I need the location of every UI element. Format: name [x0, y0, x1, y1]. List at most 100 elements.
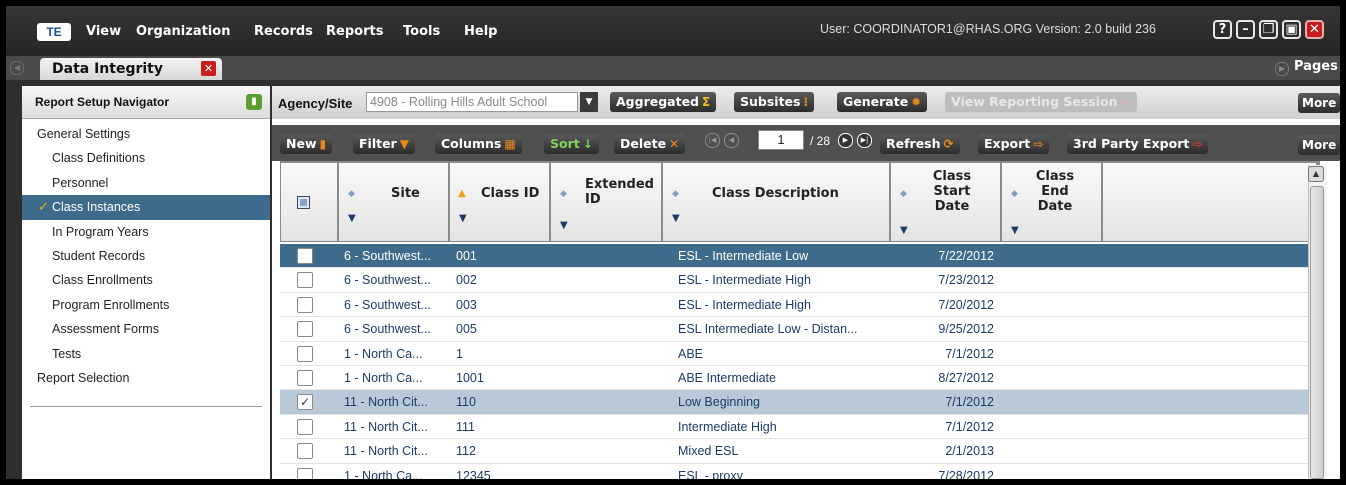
help-button[interactable]: ?: [1213, 20, 1232, 39]
table-row[interactable]: 1 - North Ca... 1001 ABE Intermediate 8/27/…: [280, 366, 1320, 391]
table-row[interactable]: 6 - Southwest... 001 ESL - Intermediate Lo…: [280, 244, 1320, 269]
cell-site: 6 - Southwest...: [344, 297, 431, 312]
table-row[interactable]: 11 - North Cit... 111 Intermediate High 7/1…: [280, 415, 1320, 440]
tab-strip: ◀ Data Integrity ✕: [6, 56, 1340, 80]
select-all-checkbox[interactable]: [297, 196, 310, 209]
header-site[interactable]: ◆ Site ▼: [339, 163, 448, 241]
nav-item-report-selection[interactable]: Report Selection: [22, 366, 270, 390]
row-checkbox[interactable]: [297, 443, 313, 460]
maximize-button[interactable]: ▣: [1282, 20, 1301, 39]
sort-diamond-icon: ◆: [560, 189, 567, 199]
row-checkbox[interactable]: [297, 296, 313, 313]
row-checkbox[interactable]: ✓: [297, 394, 313, 411]
row-checkbox[interactable]: [297, 370, 313, 386]
tab-data-integrity[interactable]: Data Integrity ✕: [40, 58, 222, 80]
row-checkbox[interactable]: [297, 272, 313, 289]
nav-item-class-enrollments[interactable]: Class Enrollments: [22, 268, 270, 292]
grid-toolbar: New ▮ Filter ▼ Columns ▦ Sort ↓ Delete ✕ |◀ ◀…: [272, 125, 1340, 161]
column-filter-icon[interactable]: ▼: [900, 225, 908, 236]
column-filter-icon[interactable]: ▼: [1011, 225, 1019, 236]
header-select-all[interactable]: [281, 163, 337, 241]
table-row[interactable]: ✓ 11 - North Cit... 110 Low Beginning 7/1/20…: [280, 390, 1320, 415]
nav-item-class-definitions[interactable]: Class Definitions: [22, 146, 270, 170]
cell-site: 6 - Southwest...: [344, 322, 431, 337]
tab-scroll-left-icon[interactable]: ◀: [10, 61, 24, 75]
nav-item-personnel[interactable]: Personnel: [22, 171, 270, 195]
third-party-export-button[interactable]: 3rd Party Export ⇨: [1067, 134, 1209, 154]
cell-description: ESL - proxy: [678, 468, 743, 479]
table-row[interactable]: 6 - Southwest... 005 ESL Intermediate Low …: [280, 317, 1320, 342]
cell-site: 6 - Southwest...: [344, 249, 431, 263]
menu-reports[interactable]: Reports: [326, 24, 383, 39]
scroll-up-icon[interactable]: ▲: [1308, 166, 1324, 182]
delete-icon: ✕: [669, 137, 680, 151]
header-class-description[interactable]: ◆ Class Description ▼: [663, 163, 889, 241]
last-page-icon[interactable]: ▶|: [857, 133, 872, 148]
view-session-label: View Reporting Session: [951, 94, 1118, 109]
export-button[interactable]: Export ⇨: [978, 134, 1050, 154]
nav-item-class-instances[interactable]: ✓ Class Instances: [22, 195, 270, 220]
header-class-id[interactable]: ▲ Class ID ▼: [450, 163, 549, 241]
table-row[interactable]: 1 - North Ca... 12345 ESL - proxy 7/28/2012: [280, 464, 1320, 479]
table-row[interactable]: 6 - Southwest... 002 ESL - Intermediate Hi…: [280, 268, 1320, 293]
pages-button[interactable]: Pages: [1290, 57, 1340, 76]
header-end-date-label: Class End Date: [1035, 169, 1075, 214]
menu-view[interactable]: View: [86, 24, 121, 39]
row-checkbox[interactable]: [297, 418, 313, 435]
cell-class-id: 1001: [456, 371, 484, 385]
nav-item-label: Assessment Forms: [52, 322, 159, 337]
column-filter-icon[interactable]: ▼: [560, 220, 568, 231]
header-extended-id[interactable]: ◆ Extended ID ▼: [551, 163, 661, 241]
filter-button[interactable]: Filter ▼: [353, 134, 415, 154]
cell-start: 7/1/2012: [945, 395, 994, 410]
agency-more-button[interactable]: More: [1298, 93, 1340, 113]
next-page-icon[interactable]: ▶: [838, 133, 853, 148]
cell-site: 6 - Southwest...: [344, 273, 431, 288]
prev-page-icon[interactable]: ◀: [724, 133, 739, 148]
table-row[interactable]: 11 - North Cit... 112 Mixed ESL 2/1/2013: [280, 439, 1320, 464]
row-checkbox[interactable]: [297, 321, 313, 338]
menu-organization[interactable]: Organization: [136, 24, 230, 39]
menu-tools[interactable]: Tools: [403, 24, 440, 39]
new-button[interactable]: New ▮: [280, 134, 333, 154]
first-page-icon[interactable]: |◀: [705, 133, 720, 148]
pin-icon[interactable]: ▮: [246, 94, 262, 110]
page-number-input[interactable]: 1: [758, 130, 804, 150]
header-class-end-date[interactable]: ◆ Class End Date ▼: [1002, 163, 1101, 241]
table-row[interactable]: 6 - Southwest... 003 ESL - Intermediate Hi…: [280, 293, 1320, 318]
column-filter-icon[interactable]: ▼: [672, 213, 680, 224]
delete-button[interactable]: Delete ✕: [614, 134, 686, 154]
columns-button[interactable]: Columns ▦: [435, 134, 522, 154]
restore-button[interactable]: ❐: [1259, 20, 1278, 39]
nav-item-in-program-years[interactable]: In Program Years: [22, 220, 270, 244]
nav-item-student-records[interactable]: Student Records: [22, 244, 270, 268]
nav-item-label: Personnel: [52, 175, 109, 190]
nav-item-label: Class Enrollments: [52, 273, 153, 288]
menu-records[interactable]: Records: [254, 24, 313, 39]
header-class-start-date[interactable]: ◆ Class Start Date ▼: [891, 163, 1000, 241]
subsites-button[interactable]: Subsites ⁝: [734, 92, 815, 112]
nav-item-assessment-forms[interactable]: Assessment Forms: [22, 317, 270, 341]
nav-item-general-settings[interactable]: General Settings: [22, 122, 270, 146]
row-checkbox[interactable]: [297, 248, 313, 264]
nav-item-tests[interactable]: Tests: [22, 342, 270, 366]
scrollbar-thumb[interactable]: [1310, 186, 1324, 479]
pages-scroll-icon[interactable]: ▶: [1275, 62, 1289, 76]
table-row[interactable]: 1 - North Ca... 1 ABE 7/1/2012: [280, 342, 1320, 366]
sort-button[interactable]: Sort ↓: [544, 134, 599, 154]
column-filter-icon[interactable]: ▼: [459, 213, 467, 224]
chevron-down-icon[interactable]: ▼: [580, 92, 598, 112]
tab-close-icon[interactable]: ✕: [201, 61, 216, 76]
column-filter-icon[interactable]: ▼: [348, 213, 356, 224]
generate-button[interactable]: Generate ✹: [837, 92, 928, 112]
menu-help[interactable]: Help: [464, 24, 497, 39]
toolbar-more-button[interactable]: More: [1298, 135, 1340, 155]
row-checkbox[interactable]: [297, 467, 313, 479]
refresh-button[interactable]: Refresh ⟳: [880, 134, 960, 154]
minimize-button[interactable]: –: [1236, 20, 1255, 39]
aggregated-button[interactable]: Aggregated Σ: [610, 92, 717, 112]
agency-site-select[interactable]: 4908 - Rolling Hills Adult School: [366, 92, 578, 112]
row-checkbox[interactable]: [297, 345, 313, 362]
close-button[interactable]: ✕: [1305, 20, 1324, 39]
nav-item-program-enrollments[interactable]: Program Enrollments: [22, 293, 270, 317]
